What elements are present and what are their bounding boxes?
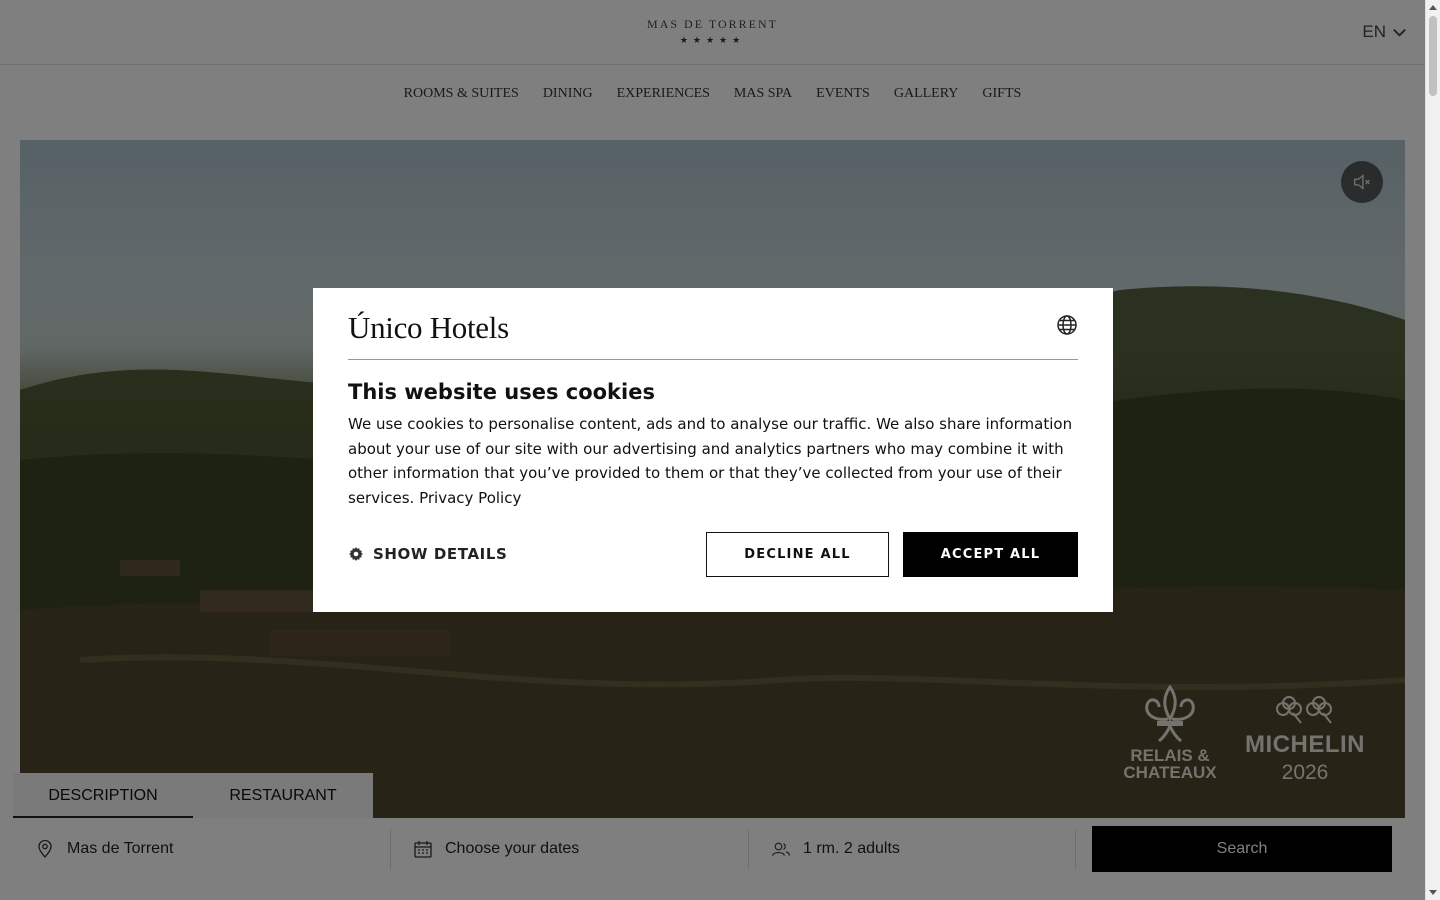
accept-all-button[interactable]: ACCEPT ALL [903, 532, 1078, 577]
privacy-policy-link[interactable]: Privacy Policy [419, 489, 521, 507]
unico-hotels-logo: Único Hotels [348, 310, 509, 345]
show-details-label: SHOW DETAILS [373, 545, 508, 563]
scroll-down-icon[interactable] [1429, 890, 1437, 895]
cookie-dialog-title: This website uses cookies [348, 380, 655, 404]
scrollbar-thumb[interactable] [1429, 16, 1437, 96]
page-scrollbar[interactable] [1425, 0, 1440, 900]
cookie-dialog-header: Único Hotels [348, 310, 1078, 360]
show-details-toggle[interactable]: SHOW DETAILS [348, 545, 507, 563]
cookie-consent-dialog: Único Hotels This website uses cookies W… [313, 288, 1113, 612]
gear-icon [349, 547, 363, 561]
decline-all-button[interactable]: DECLINE ALL [706, 532, 889, 577]
cookie-dialog-body: We use cookies to personalise content, a… [348, 412, 1078, 511]
globe-icon[interactable] [1056, 314, 1078, 336]
scroll-up-icon[interactable] [1429, 5, 1437, 10]
